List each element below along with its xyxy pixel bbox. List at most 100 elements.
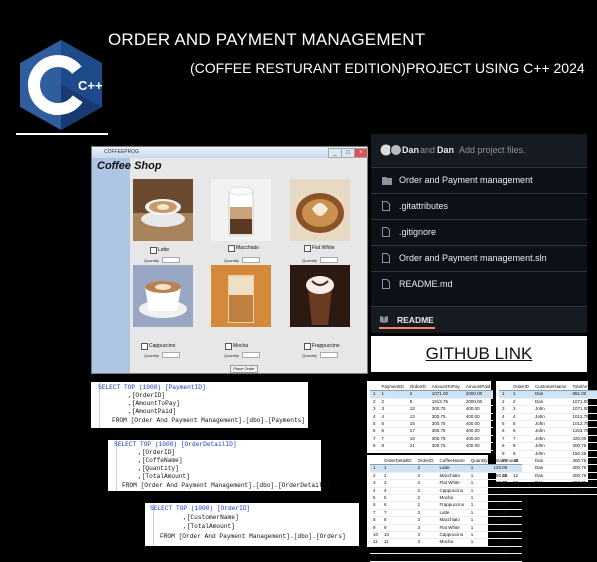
table-cell[interactable]: 150.00 (490, 494, 522, 503)
column-header[interactable]: Quantity (467, 458, 491, 466)
table-cell[interactable]: 2000.00 (462, 398, 494, 407)
table-cell[interactable]: 5 (378, 420, 407, 429)
table-cell[interactable]: 130.75 (490, 524, 522, 533)
frappuccino-quantity-input[interactable] (320, 352, 338, 358)
table-row[interactable]: 7 7 3 Latte 1 120.00 (370, 509, 522, 518)
table-cell[interactable]: 1 (499, 390, 511, 399)
table-cell[interactable]: 3 (414, 516, 437, 525)
table-cell[interactable]: 12 (370, 546, 382, 555)
column-header[interactable]: PaymentID (378, 384, 407, 392)
table-cell[interactable]: 7 (499, 435, 511, 444)
mocha-checkbox[interactable] (225, 343, 232, 350)
table-cell[interactable]: 150.25 (569, 450, 597, 459)
file-row[interactable]: README.md (371, 271, 587, 297)
table-cell[interactable]: Frappuccino (436, 546, 468, 555)
table-cell[interactable]: 9 (510, 450, 533, 459)
table-cell[interactable]: Mead (532, 487, 570, 496)
table-cell[interactable]: 300.75 (428, 413, 463, 422)
table-row[interactable]: 9 9 3 Flat White 1 130.75 (370, 524, 522, 533)
table-cell[interactable]: 2 (499, 398, 511, 407)
column-header[interactable]: CoffeeName (436, 458, 468, 466)
table-row[interactable]: 7 7 John 420.00 (499, 435, 597, 444)
table-cell[interactable]: 420.00 (569, 435, 597, 444)
maximize-button[interactable]: □ (341, 148, 355, 158)
column-header[interactable] (499, 384, 511, 392)
table-cell[interactable]: 8 (370, 442, 379, 451)
table-cell[interactable]: 1 (467, 494, 491, 503)
table-cell[interactable]: 2 (370, 398, 379, 407)
file-name[interactable]: Order and Payment management.sln (399, 253, 547, 263)
table-cell[interactable]: 2 (378, 398, 407, 407)
table-row[interactable]: 3 3 John 1071.00 (499, 405, 597, 414)
table-cell[interactable]: 861.00 (569, 390, 597, 399)
table-cell[interactable]: Cappuccino (436, 487, 468, 496)
file-name[interactable]: .gitignore (399, 227, 436, 237)
table-row[interactable]: 4 4 2 Cappuccino 1 120.00 (370, 487, 522, 496)
close-button[interactable]: × (354, 148, 368, 158)
table-cell[interactable]: 2 (414, 494, 437, 503)
table-cell[interactable]: 300.75 (428, 435, 463, 444)
table-cell[interactable]: 3 (414, 509, 437, 518)
table-cell[interactable]: Macchiato (436, 516, 468, 525)
table-cell[interactable]: Frappuccino (436, 501, 468, 510)
table-cell[interactable]: Cappuccino (436, 531, 468, 540)
table-row[interactable]: 10 10 3 Cappuccino 1 120.00 (370, 531, 522, 540)
table-cell[interactable]: John (532, 420, 570, 429)
table-cell[interactable]: 1 (467, 472, 491, 481)
table-cell[interactable]: Latte (436, 464, 468, 473)
table-cell[interactable]: 300.75 (428, 405, 463, 414)
table-cell[interactable]: Dan (532, 479, 570, 488)
table-row[interactable]: 8 8 21 300.75 400.00 (370, 442, 494, 451)
table-row[interactable]: 6 6 2 Frappuccino 1 400.00 (370, 501, 522, 510)
table-cell[interactable]: 1071.00 (569, 405, 597, 414)
cappuccino-checkbox[interactable] (141, 343, 148, 350)
macchiato-checkbox[interactable] (228, 245, 235, 252)
file-name[interactable]: README.md (399, 279, 453, 289)
table-cell[interactable]: 7 (370, 509, 382, 518)
column-header[interactable]: OrderID (510, 384, 533, 392)
table-cell[interactable]: 8 (510, 442, 533, 451)
frappuccino-checkbox[interactable] (304, 343, 311, 350)
table-cell[interactable]: 7 (381, 509, 415, 518)
table-cell[interactable]: 150.00 (490, 538, 522, 547)
table-cell[interactable]: 5 (499, 420, 511, 429)
table-cell[interactable]: 240.00 (490, 553, 522, 562)
file-row[interactable]: .gitattributes (371, 193, 587, 219)
table-cell[interactable]: John (532, 450, 570, 459)
table-cell[interactable]: 400.00 (462, 413, 494, 422)
table-cell[interactable]: 1 (467, 509, 491, 518)
table-cell[interactable]: 5 (381, 494, 415, 503)
table-row[interactable]: 8 8 John 300.75 (499, 442, 597, 451)
macchiato-quantity-input[interactable] (242, 257, 260, 263)
table-cell[interactable]: John (532, 442, 570, 451)
table-cell[interactable]: Latte (436, 509, 468, 518)
table-cell[interactable]: 6 (378, 427, 407, 436)
mocha-quantity-input[interactable] (242, 352, 260, 358)
table-cell[interactable]: 10 (381, 531, 415, 540)
table-cell[interactable]: John (532, 405, 570, 414)
table-cell[interactable]: 9 (381, 524, 415, 533)
table-cell[interactable]: 2 (510, 398, 533, 407)
table-cell[interactable]: 150.00 (490, 516, 522, 525)
table-cell[interactable]: 9 (499, 450, 511, 459)
table-cell[interactable]: 300.75 (428, 420, 463, 429)
table-cell[interactable]: 400.00 (462, 435, 494, 444)
column-header[interactable]: OrderDetailID (381, 458, 415, 466)
cappuccino-quantity-input[interactable] (162, 352, 180, 358)
table-cell[interactable]: 10 (370, 531, 382, 540)
table-cell[interactable]: 1 (467, 479, 491, 488)
table-row[interactable]: 6 6 17 300.75 400.00 (370, 427, 494, 436)
table-row[interactable]: 2 2 5 1913.75 2000.00 (370, 398, 494, 407)
table-cell[interactable]: 120.00 (490, 509, 522, 518)
commit-message[interactable]: Add project files. (459, 145, 526, 155)
table-cell[interactable]: 1 (467, 524, 491, 533)
table-cell[interactable]: Dan (532, 464, 570, 473)
table-cell[interactable]: 2000.00 (462, 390, 494, 399)
table-cell[interactable]: 1 (467, 516, 491, 525)
commit-author[interactable]: Dan (402, 145, 419, 155)
table-cell[interactable]: 4 (510, 413, 533, 422)
table-cell[interactable]: 7 (370, 435, 379, 444)
table-row[interactable]: 11 11 3 Mocha 1 150.00 (370, 538, 522, 547)
table-cell[interactable]: 9 (370, 524, 382, 533)
table-cell[interactable]: 3 (414, 546, 437, 555)
